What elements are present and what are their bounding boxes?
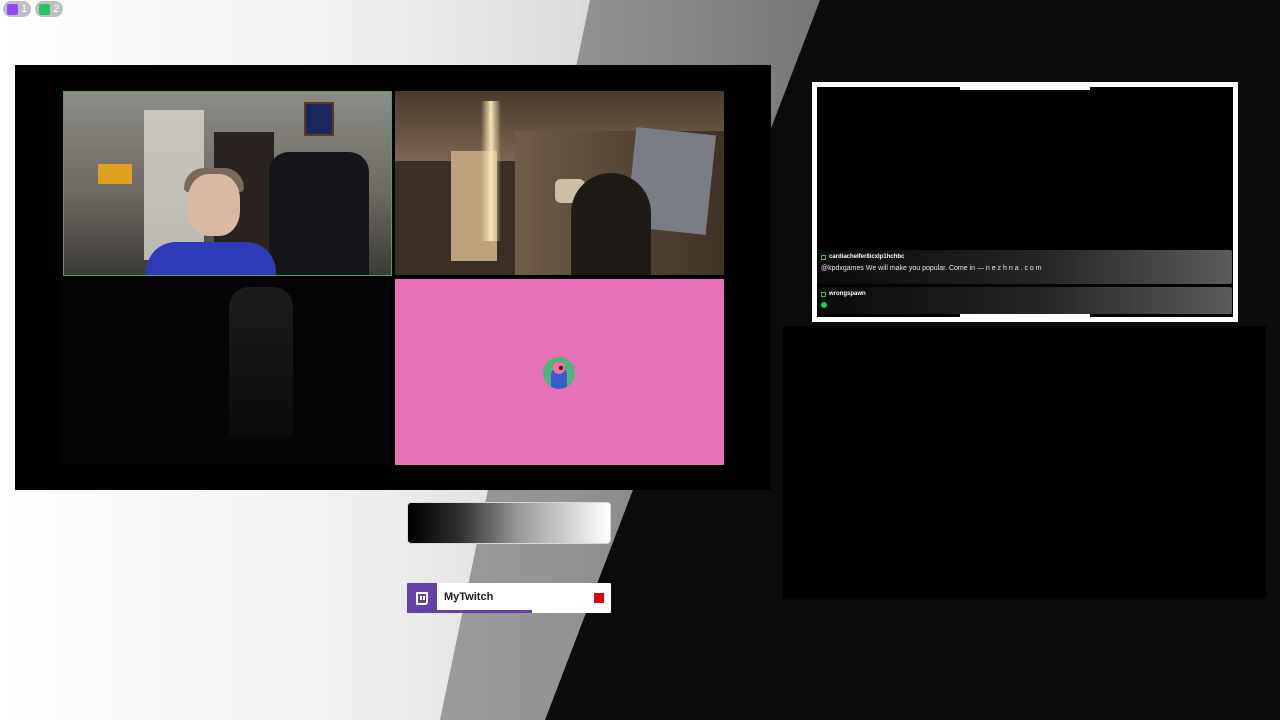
kick-viewer-badge: 2: [35, 1, 64, 17]
chat-bottom-accent: [960, 314, 1090, 317]
channel-progress-bar: [407, 610, 532, 613]
chat-area: cardiacheifer8icxlp1hchbc @kpdxgames We …: [817, 87, 1233, 317]
channel-card[interactable]: MyTwitch: [407, 583, 611, 613]
avatar-player-4[interactable]: [395, 279, 724, 465]
chat-username: wrongspawn: [829, 291, 866, 297]
ceiling-light: [481, 101, 501, 241]
webcam-player-2[interactable]: [395, 91, 724, 275]
chat-text: @kpdxgames We will make you popular. Com…: [821, 265, 1042, 272]
wall-poster: [304, 102, 334, 136]
person-silhouette: [571, 173, 651, 275]
twitch-viewer-badge: 1: [3, 1, 32, 17]
gaming-chair: [269, 152, 369, 275]
chat-username: cardiacheifer8icxlp1hchbc: [829, 254, 905, 260]
user-avatar-icon: [543, 357, 575, 389]
kick-icon: [39, 3, 51, 15]
dark-figure: [229, 287, 293, 437]
platform-badges: 1 2: [3, 1, 64, 17]
webcam-player-3[interactable]: [63, 279, 390, 465]
chat-message: wrongspawn: [817, 287, 1232, 314]
channel-name: MyTwitch: [444, 591, 494, 603]
chat-overlay: cardiacheifer8icxlp1hchbc @kpdxgames We …: [812, 82, 1238, 322]
twitch-icon: [7, 3, 18, 15]
twitch-logo-icon: [407, 583, 437, 613]
chat-top-accent: [960, 87, 1090, 90]
user-badge-icon: [821, 291, 826, 297]
video-call-panel: [15, 65, 771, 490]
empty-overlay-panel: [783, 326, 1266, 598]
kick-viewer-count: 2: [53, 3, 60, 15]
webcam-player-1[interactable]: [63, 91, 392, 276]
twitch-viewer-count: 1: [21, 3, 28, 15]
live-indicator-icon: [594, 593, 604, 603]
user-badge-icon: [821, 254, 826, 260]
person-body: [146, 242, 276, 275]
gradient-bar: [407, 502, 611, 544]
person-head: [188, 174, 240, 236]
wall-sign: [98, 164, 132, 184]
emote-icon: [821, 302, 827, 308]
chat-message: cardiacheifer8icxlp1hchbc @kpdxgames We …: [817, 250, 1232, 284]
